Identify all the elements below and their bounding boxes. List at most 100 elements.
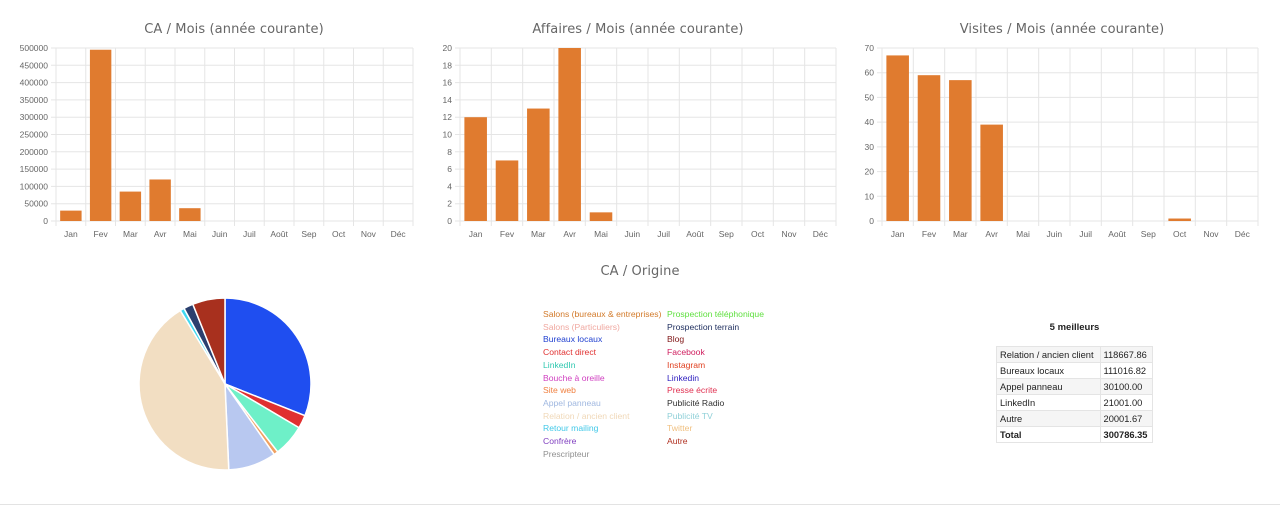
row-label: LinkedIn	[996, 394, 1101, 411]
legend-item[interactable]: Bureaux locaux	[543, 334, 602, 344]
y-tick-label: 50000	[24, 199, 48, 209]
y-tick-label: 50	[865, 92, 875, 102]
legend-item[interactable]: Prescripteur	[543, 449, 589, 459]
legend-item[interactable]: Appel panneau	[543, 398, 601, 408]
legend-item[interactable]: LinkedIn	[543, 360, 576, 370]
legend-item[interactable]: Prospection téléphonique	[667, 309, 764, 319]
x-tick-label: Déc	[1235, 229, 1251, 239]
y-tick-label: 200000	[20, 147, 49, 157]
y-tick-label: 250000	[20, 130, 49, 140]
legend-item[interactable]: Facebook	[667, 347, 705, 357]
bar	[558, 48, 581, 221]
bar	[179, 208, 201, 221]
bar-chart-affaires-mois: 0 2 4 6 8 10 12 14 16 18 20 Jan Fev Mar Avr Mai Juin Juil…	[443, 43, 837, 239]
bar	[89, 49, 112, 222]
bar	[495, 160, 519, 221]
row-value: 300786.35	[1099, 426, 1154, 443]
y-tick-label: 60	[865, 68, 875, 78]
x-tick-label: Nov	[361, 229, 377, 239]
x-tick-label: Mai	[183, 229, 197, 239]
legend-item[interactable]: Confrère	[543, 436, 576, 446]
y-tick-label: 70	[865, 43, 875, 53]
legend-item[interactable]: Blog	[667, 334, 684, 344]
x-tick-label: Juil	[1079, 229, 1092, 239]
y-tick-label: 0	[43, 216, 48, 226]
legend-item[interactable]: Bouche à oreille	[543, 373, 605, 383]
chart-title-ca-origine: CA / Origine	[600, 264, 680, 279]
x-tick-label: Août	[686, 229, 704, 239]
x-tick-label: Oct	[1173, 229, 1187, 239]
y-tick-label: 40	[865, 117, 875, 127]
x-tick-label: Mar	[531, 229, 546, 239]
y-tick-label: 20	[865, 167, 875, 177]
bar	[119, 191, 142, 221]
legend-item[interactable]: Publicité TV	[667, 411, 713, 421]
legend-item[interactable]: Salons (Particuliers)	[543, 322, 620, 332]
y-tick-label: 30	[865, 142, 875, 152]
x-tick-label: Mar	[123, 229, 138, 239]
x-tick-label: Juil	[243, 229, 256, 239]
bar-chart-ca-mois: 0 50000 100000 150000 200000 250000 300000 3500…	[20, 43, 414, 239]
row-value: 20001.67	[1099, 410, 1154, 427]
x-tick-label: Jan	[891, 229, 905, 239]
x-tick-label: Juin	[1047, 229, 1063, 239]
x-tick-label: Déc	[813, 229, 829, 239]
row-value: 111016.82	[1099, 362, 1154, 379]
legend-item[interactable]: Presse écrite	[667, 385, 717, 395]
legend-item[interactable]: Prospection terrain	[667, 322, 739, 332]
bar	[917, 75, 941, 221]
row-value: 118667.86	[1099, 346, 1154, 363]
legend-item[interactable]: Linkedin	[667, 373, 699, 383]
x-tick-label: Juin	[625, 229, 641, 239]
legend-item[interactable]: Salons (bureaux & entreprises)	[543, 309, 661, 319]
x-tick-label: Jan	[64, 229, 78, 239]
y-tick-label: 4	[447, 181, 452, 191]
x-tick-label: Nov	[1203, 229, 1219, 239]
x-tick-label: Nov	[781, 229, 797, 239]
y-tick-label: 10	[865, 191, 875, 201]
top5-table: Relation / ancien client 118667.86 Bureaux…	[996, 346, 1154, 443]
row-label: Total	[996, 426, 1101, 443]
x-tick-label: Fev	[922, 229, 937, 239]
legend-item[interactable]: Contact direct	[543, 347, 596, 357]
row-label: Autre	[996, 410, 1101, 427]
y-tick-label: 20	[443, 43, 453, 53]
x-tick-label: Sep	[301, 229, 316, 239]
x-tick-label: Oct	[332, 229, 346, 239]
legend-item[interactable]: Autre	[667, 436, 688, 446]
row-value: 21001.00	[1099, 394, 1154, 411]
y-tick-label: 100000	[20, 181, 49, 191]
table-row: LinkedIn 21001.00	[996, 394, 1154, 411]
row-value: 30100.00	[1099, 378, 1154, 395]
x-tick-label: Déc	[391, 229, 407, 239]
row-label: Appel panneau	[996, 378, 1101, 395]
y-tick-label: 18	[443, 60, 453, 70]
bar	[589, 212, 613, 221]
table-row: Appel panneau 30100.00	[996, 378, 1154, 395]
legend-item[interactable]: Publicité Radio	[667, 398, 724, 408]
x-tick-label: Avr	[154, 229, 167, 239]
y-tick-label: 450000	[20, 60, 49, 70]
legend-item[interactable]: Retour mailing	[543, 423, 598, 433]
x-tick-label: Jan	[469, 229, 483, 239]
bar	[527, 108, 550, 221]
legend-item[interactable]: Twitter	[667, 423, 692, 433]
top5-title: 5 meilleurs	[1049, 322, 1100, 333]
y-tick-label: 350000	[20, 95, 49, 105]
x-tick-label: Juin	[212, 229, 228, 239]
total-row: Total 300786.35	[996, 426, 1154, 443]
legend-item[interactable]: Site web	[543, 385, 576, 395]
x-tick-label: Mar	[953, 229, 968, 239]
legend-item[interactable]: Instagram	[667, 360, 705, 370]
legend-item[interactable]: Relation / ancien client	[543, 411, 629, 421]
bar	[149, 179, 171, 221]
bar	[949, 80, 972, 221]
bar	[886, 55, 909, 221]
bar	[60, 210, 82, 221]
bar	[980, 124, 1003, 221]
x-tick-label: Mai	[594, 229, 608, 239]
bar-chart-visites-mois: 0 10 20 30 40 50 60 70 Jan Fev Mar Avr Mai Juin Juil Ao…	[865, 43, 1259, 239]
x-tick-label: Oct	[751, 229, 765, 239]
table-row: Relation / ancien client 118667.86	[996, 346, 1154, 363]
y-tick-label: 12	[443, 112, 453, 122]
